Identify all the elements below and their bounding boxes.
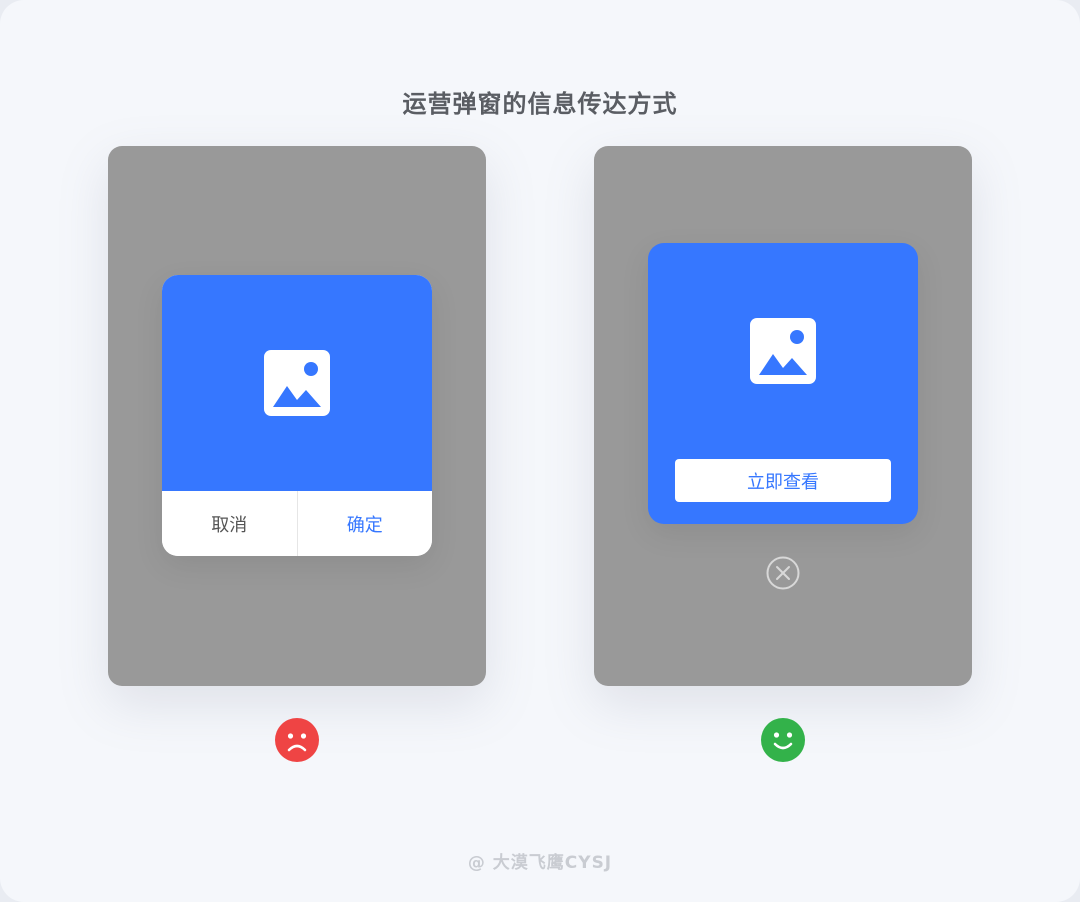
view-now-button[interactable]: 立即查看 bbox=[675, 459, 891, 502]
dialog-actions: 取消 确定 bbox=[162, 491, 432, 556]
phone-mockup-left: 取消 确定 bbox=[108, 146, 486, 686]
dialog-right: 立即查看 bbox=[648, 243, 918, 524]
phone-mockup-right: 立即查看 bbox=[594, 146, 972, 686]
close-circle-icon[interactable] bbox=[766, 556, 800, 590]
happy-face-icon bbox=[761, 718, 805, 762]
cancel-button[interactable]: 取消 bbox=[162, 491, 298, 556]
sad-face-icon bbox=[275, 718, 319, 762]
watermark: @ 大漠飞鹰CYSJ bbox=[467, 853, 613, 873]
dialog-banner[interactable] bbox=[162, 275, 432, 491]
canvas: 运营弹窗的信息传达方式 取消 确定 立即查看 @ 大漠飞鹰CYSJ bbox=[0, 0, 1080, 902]
image-icon bbox=[264, 350, 330, 416]
image-icon bbox=[750, 318, 816, 384]
dialog-left: 取消 确定 bbox=[162, 275, 432, 556]
page-title: 运营弹窗的信息传达方式 bbox=[402, 90, 678, 118]
confirm-button[interactable]: 确定 bbox=[298, 491, 433, 556]
